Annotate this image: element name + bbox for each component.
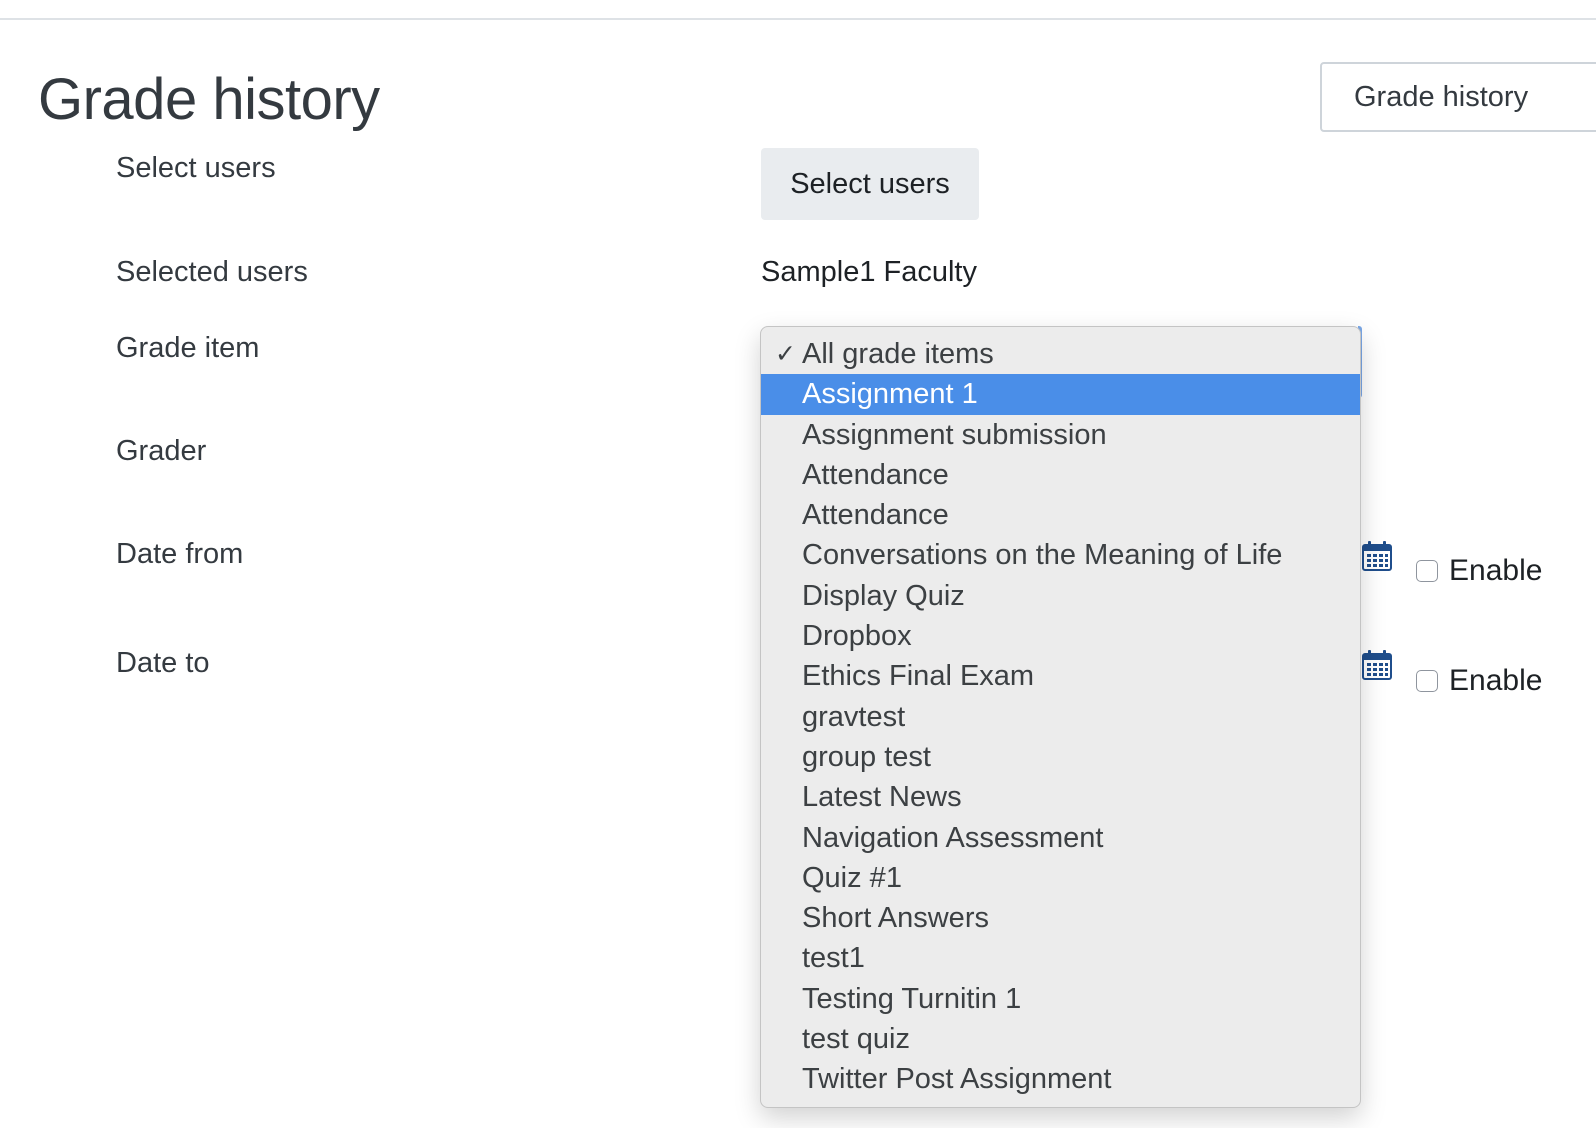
- date-from-enable[interactable]: Enable: [1416, 554, 1542, 588]
- dropdown-option[interactable]: Short Answers: [761, 898, 1360, 938]
- dropdown-option-label: Navigation Assessment: [802, 821, 1104, 854]
- dropdown-option-label: Dropbox: [802, 620, 912, 653]
- dropdown-option-label: Assignment 1: [802, 378, 978, 411]
- dropdown-option[interactable]: Testing Turnitin 1: [761, 979, 1360, 1019]
- date-to-enable-label: Enable: [1449, 664, 1543, 697]
- dropdown-option[interactable]: gravtest: [761, 697, 1360, 737]
- date-from-enable-label: Enable: [1449, 554, 1543, 587]
- selected-users-value: Sample1 Faculty: [761, 256, 977, 288]
- dropdown-option[interactable]: Conversations on the Meaning of Life: [761, 535, 1360, 575]
- dropdown-option-label: Latest News: [802, 781, 962, 814]
- dropdown-option-label: Attendance: [802, 499, 949, 532]
- dropdown-option-label: Display Quiz: [802, 579, 965, 612]
- grade-item-label: Grade item: [116, 332, 260, 364]
- dropdown-option[interactable]: Quiz #1: [761, 858, 1360, 898]
- check-icon: ✓: [775, 340, 796, 368]
- dropdown-option-label: gravtest: [802, 700, 906, 733]
- date-from-label: Date from: [116, 538, 244, 570]
- dropdown-option[interactable]: test1: [761, 938, 1360, 978]
- dropdown-option[interactable]: Ethics Final Exam: [761, 656, 1360, 696]
- dropdown-option-label: test quiz: [802, 1023, 910, 1056]
- dropdown-option-label: Attendance: [802, 458, 949, 491]
- dropdown-option[interactable]: Display Quiz: [761, 576, 1360, 616]
- dropdown-option-label: Testing Turnitin 1: [802, 982, 1022, 1015]
- dropdown-option[interactable]: test quiz: [761, 1019, 1360, 1059]
- dropdown-option[interactable]: Attendance: [761, 495, 1360, 535]
- dropdown-option-label: Quiz #1: [802, 861, 902, 894]
- dropdown-option-label: Short Answers: [802, 902, 989, 935]
- dropdown-option-label: group test: [802, 740, 931, 773]
- dropdown-option[interactable]: Twitter Post Assignment: [761, 1059, 1360, 1099]
- dropdown-option[interactable]: ✓ All grade items: [761, 334, 1360, 374]
- page-title: Grade history: [38, 67, 380, 132]
- date-to-enable[interactable]: Enable: [1416, 664, 1542, 698]
- dropdown-option-label: All grade items: [802, 338, 994, 370]
- select-users-label: Select users: [116, 152, 276, 184]
- calendar-icon[interactable]: [1361, 649, 1393, 681]
- grade-item-dropdown[interactable]: ✓ All grade items Assignment 1 Assignment s…: [760, 326, 1361, 1108]
- selected-users-label: Selected users: [116, 256, 308, 288]
- top-divider: [0, 18, 1596, 20]
- date-from-enable-checkbox[interactable]: [1416, 560, 1438, 582]
- dropdown-option-label: Assignment submission: [802, 418, 1107, 451]
- dropdown-option[interactable]: Attendance: [761, 455, 1360, 495]
- report-selector[interactable]: Grade history: [1320, 62, 1596, 132]
- dropdown-option[interactable]: Assignment 1: [761, 374, 1360, 415]
- grader-label: Grader: [116, 435, 207, 467]
- date-to-label: Date to: [116, 647, 210, 679]
- select-users-button[interactable]: Select users: [761, 148, 979, 220]
- dropdown-option-label: test1: [802, 942, 865, 975]
- dropdown-option[interactable]: Assignment submission: [761, 415, 1360, 455]
- dropdown-option[interactable]: Latest News: [761, 777, 1360, 817]
- dropdown-option[interactable]: group test: [761, 737, 1360, 777]
- calendar-icon[interactable]: [1361, 540, 1393, 572]
- date-to-enable-checkbox[interactable]: [1416, 670, 1438, 692]
- dropdown-option[interactable]: Navigation Assessment: [761, 818, 1360, 858]
- dropdown-option-label: Ethics Final Exam: [802, 660, 1035, 693]
- report-selector-value: Grade history: [1354, 80, 1529, 113]
- dropdown-option-label: Conversations on the Meaning of Life: [802, 539, 1283, 572]
- dropdown-option-label: Twitter Post Assignment: [802, 1063, 1112, 1096]
- dropdown-option[interactable]: Dropbox: [761, 616, 1360, 656]
